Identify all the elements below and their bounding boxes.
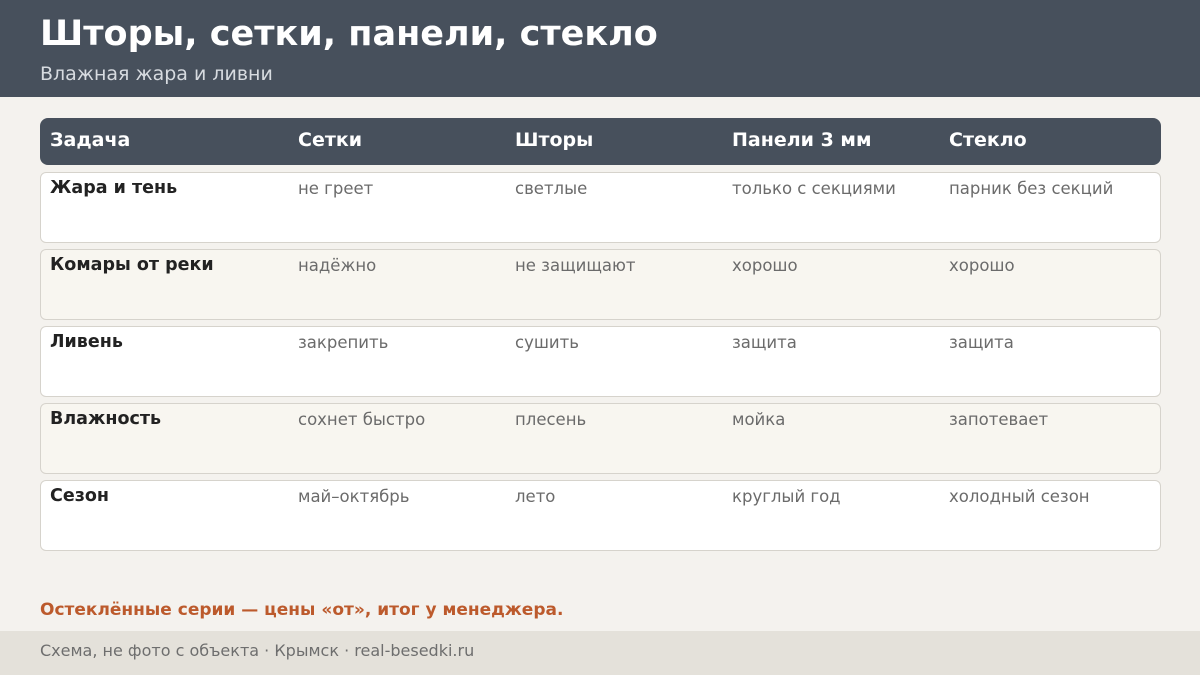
table-row: Влажность сохнет быстро плесень мойка за… (40, 403, 1161, 474)
table-header: Задача Сетки Шторы Панели 3 мм Стекло (40, 118, 1161, 165)
page-title: Шторы, сетки, панели, стекло (40, 14, 658, 54)
table-row: Ливень закрепить сушить защита защита (40, 326, 1161, 397)
cell-curtains: не защищают (515, 256, 636, 275)
cell-glass: защита (949, 333, 1014, 352)
footer-text: Схема, не фото с объекта · Крымск · real… (40, 641, 475, 660)
column-header-nets: Сетки (298, 129, 363, 151)
column-header-task: Задача (50, 129, 131, 151)
cell-glass: запотевает (949, 410, 1049, 429)
cell-panels: только с секциями (732, 179, 896, 198)
cell-panels: круглый год (732, 487, 841, 506)
column-header-curtains: Шторы (515, 129, 594, 151)
row-task: Комары от реки (50, 255, 214, 275)
column-header-glass: Стекло (949, 129, 1027, 151)
cell-curtains: лето (515, 487, 556, 506)
column-header-panels: Панели 3 мм (732, 129, 872, 151)
page-header: Шторы, сетки, панели, стекло Влажная жар… (0, 0, 1200, 97)
cell-curtains: светлые (515, 179, 588, 198)
cell-panels: защита (732, 333, 797, 352)
table-row: Сезон май–октябрь лето круглый год холод… (40, 480, 1161, 551)
cell-glass: парник без секций (949, 179, 1114, 198)
price-note: Остеклённые серии — цены «от», итог у ме… (40, 600, 564, 620)
cell-curtains: сушить (515, 333, 579, 352)
page-subtitle: Влажная жара и ливни (40, 63, 273, 85)
row-task: Сезон (50, 486, 109, 506)
cell-nets: не греет (298, 179, 374, 198)
cell-curtains: плесень (515, 410, 587, 429)
cell-glass: хорошо (949, 256, 1015, 275)
cell-glass: холодный сезон (949, 487, 1090, 506)
cell-panels: мойка (732, 410, 786, 429)
page-footer: Схема, не фото с объекта · Крымск · real… (0, 631, 1200, 675)
row-task: Ливень (50, 332, 123, 352)
row-task: Влажность (50, 409, 162, 429)
cell-nets: надёжно (298, 256, 377, 275)
table-row: Жара и тень не греет светлые только с се… (40, 172, 1161, 243)
cell-nets: сохнет быстро (298, 410, 426, 429)
cell-nets: май–октябрь (298, 487, 410, 506)
cell-nets: закрепить (298, 333, 389, 352)
table-row: Комары от реки надёжно не защищают хорош… (40, 249, 1161, 320)
row-task: Жара и тень (50, 178, 178, 198)
cell-panels: хорошо (732, 256, 798, 275)
comparison-table: Задача Сетки Шторы Панели 3 мм Стекло Жа… (40, 118, 1161, 551)
